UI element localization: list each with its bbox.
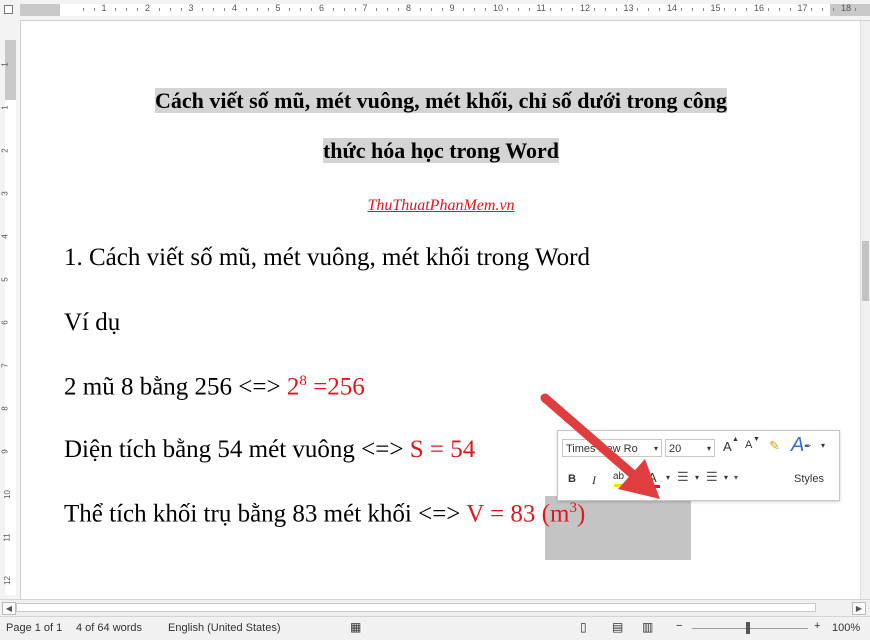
print-layout-icon[interactable]: ▤: [612, 620, 623, 634]
page-count[interactable]: Page 1 of 1: [6, 622, 62, 634]
status-bar: Page 1 of 1 4 of 64 words English (Unite…: [0, 616, 870, 640]
zoom-slider-track[interactable]: [692, 628, 808, 629]
macro-record-icon[interactable]: ▦: [350, 620, 361, 634]
web-layout-icon[interactable]: ▥: [642, 620, 653, 634]
vertical-scrollbar[interactable]: [860, 21, 870, 599]
annotation-arrow: [540, 393, 660, 499]
language-indicator[interactable]: English (United States): [168, 622, 281, 634]
word-count[interactable]: 4 of 64 words: [76, 622, 142, 634]
vertical-scroll-thumb[interactable]: [862, 241, 869, 301]
horizontal-scroll-thumb[interactable]: [16, 603, 816, 612]
read-mode-icon[interactable]: ▯: [580, 620, 587, 634]
horizontal-scrollbar[interactable]: ◀ ▶: [0, 599, 870, 616]
scroll-right-icon[interactable]: ▶: [852, 602, 866, 615]
zoom-level[interactable]: 100%: [832, 622, 860, 634]
zoom-out-button[interactable]: −: [676, 620, 682, 632]
scroll-left-icon[interactable]: ◀: [2, 602, 16, 615]
zoom-slider-thumb[interactable]: [746, 622, 750, 634]
arrow-shaft: [540, 393, 642, 483]
zoom-in-button[interactable]: +: [814, 620, 820, 632]
